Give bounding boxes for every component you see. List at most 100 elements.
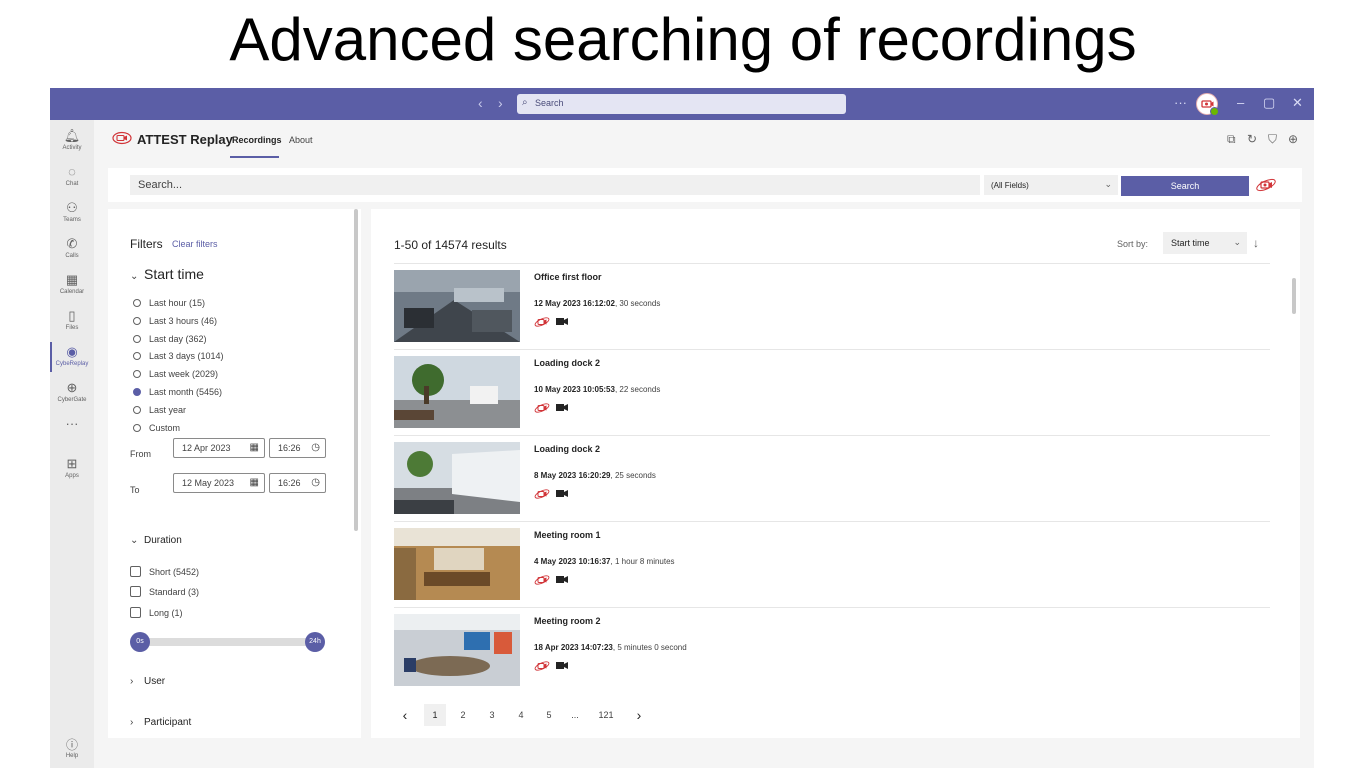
recording-duration: , 30 seconds — [614, 299, 661, 308]
radio-button[interactable] — [133, 334, 141, 343]
rail-item-calendar[interactable]: ▦ Calendar — [50, 268, 94, 302]
recording-title: Office first floor — [534, 272, 602, 282]
start-time-option[interactable]: Last month (5456) — [133, 386, 222, 398]
radio-button[interactable] — [133, 299, 141, 307]
rail-item-cybereplay[interactable]: ◉ CybeReplay — [50, 340, 94, 374]
recording-row[interactable]: Meeting room 1 4 May 2023 10:16:37, 1 hou… — [394, 521, 1270, 607]
start-time-option[interactable]: Last 3 hours (46) — [133, 315, 217, 327]
duration-option-standard[interactable]: Standard (3) — [130, 586, 199, 598]
radio-button[interactable] — [133, 316, 141, 325]
tab-about[interactable]: About — [289, 135, 313, 145]
recording-thumbnail[interactable] — [394, 270, 520, 342]
minimize-icon[interactable]: – — [1237, 96, 1244, 110]
recording-thumbnail[interactable] — [394, 614, 520, 686]
results-scrollbar[interactable] — [1292, 278, 1296, 314]
back-arrow-icon[interactable]: ‹ — [478, 95, 483, 111]
duration-slider-max-thumb[interactable]: 24h — [305, 632, 325, 652]
forward-arrow-icon[interactable]: › — [498, 95, 503, 111]
sort-direction-arrow-icon[interactable]: ↓ — [1253, 236, 1259, 250]
radio-button[interactable] — [133, 370, 141, 379]
from-label: From — [130, 449, 151, 459]
recording-row[interactable]: Loading dock 2 10 May 2023 10:05:53, 22 s… — [394, 349, 1270, 435]
camera-logo-icon — [1201, 100, 1214, 108]
field-select[interactable]: (All Fields) ⌄ — [984, 175, 1118, 195]
sort-select[interactable]: Start time ⌄ — [1163, 232, 1247, 254]
global-search-input[interactable]: ⌕ Search — [517, 94, 846, 114]
radio-button[interactable] — [133, 352, 141, 361]
start-time-option[interactable]: Last 3 days (1014) — [133, 350, 224, 362]
radio-button[interactable] — [133, 405, 141, 414]
rail-item-activity[interactable]: 🔔︎ Activity — [50, 124, 94, 158]
title-bar: ‹ › ⌕ Search ··· – ▢ ✕ — [50, 88, 1314, 120]
popout-icon[interactable]: ⧉ — [1227, 132, 1236, 147]
clear-filters-link[interactable]: Clear filters — [172, 239, 218, 249]
duration-option-long[interactable]: Long (1) — [130, 607, 183, 619]
page-1[interactable]: 1 — [424, 704, 446, 726]
close-icon[interactable]: ✕ — [1292, 96, 1303, 110]
avatar[interactable] — [1196, 93, 1219, 116]
app-header: ATTEST Replay Recordings About ⧉ ↻ ⛉ ⊕ — [94, 120, 1314, 158]
search-button[interactable]: Search — [1121, 176, 1249, 196]
rail-item-chat[interactable]: ◌ Chat — [50, 160, 94, 194]
chevron-down-icon: ⌄ — [130, 535, 139, 546]
globe-icon[interactable]: ⊕ — [1288, 132, 1298, 146]
radio-button[interactable] — [133, 423, 141, 432]
duration-header[interactable]: ⌄ Duration — [130, 535, 182, 546]
rail-item-files[interactable]: ▯ Files — [50, 304, 94, 338]
tab-recordings[interactable]: Recordings — [232, 135, 282, 145]
app-name: ATTEST Replay — [137, 132, 233, 147]
rail-item-teams[interactable]: ⚇ Teams — [50, 196, 94, 230]
recording-icons — [534, 313, 568, 331]
to-time-input[interactable]: 16:26 ◷ — [269, 473, 326, 493]
shield-icon[interactable]: ⛉ — [1268, 132, 1277, 147]
from-time-input[interactable]: 16:26 ◷ — [269, 438, 326, 458]
checkbox[interactable] — [130, 607, 141, 618]
start-time-option-label: Last day (362) — [149, 333, 207, 344]
recording-thumbnail[interactable] — [394, 442, 520, 514]
participant-header[interactable]: › Participant — [130, 717, 191, 728]
help-button[interactable]: ⓘ Help — [50, 736, 94, 759]
page-3[interactable]: 3 — [481, 704, 503, 726]
refresh-icon[interactable]: ↻ — [1247, 132, 1257, 146]
duration-slider-min-thumb[interactable]: 0s — [130, 632, 150, 652]
recording-thumbnail[interactable] — [394, 528, 520, 600]
recording-datetime: 4 May 2023 10:16:37 — [534, 557, 611, 566]
more-options-icon[interactable]: ··· — [1174, 96, 1187, 110]
maximize-icon[interactable]: ▢ — [1263, 96, 1275, 110]
recording-row[interactable]: Loading dock 2 8 May 2023 16:20:29, 25 se… — [394, 435, 1270, 521]
filters-scrollbar[interactable] — [354, 209, 358, 531]
next-page-icon[interactable]: › — [628, 704, 650, 726]
page-2[interactable]: 2 — [452, 704, 474, 726]
page-4[interactable]: 4 — [510, 704, 532, 726]
results-count: 1-50 of 14574 results — [394, 238, 507, 252]
recording-title: Meeting room 2 — [534, 616, 601, 626]
duration-option-short[interactable]: Short (5452) — [130, 566, 199, 578]
start-time-option[interactable]: Last week (2029) — [133, 368, 218, 380]
recording-thumbnail[interactable] — [394, 356, 520, 428]
start-time-option[interactable]: Custom — [133, 422, 180, 434]
checkbox[interactable] — [130, 586, 141, 597]
page-121[interactable]: 121 — [595, 704, 617, 726]
rail-item-calls[interactable]: ✆ Calls — [50, 232, 94, 266]
phone-icon: ✆ — [66, 236, 78, 251]
search-input[interactable] — [130, 175, 980, 195]
start-time-header[interactable]: ⌄ Start time — [130, 266, 204, 282]
duration-slider-track[interactable] — [138, 638, 318, 646]
start-time-option[interactable]: Last year — [133, 404, 186, 416]
recording-row[interactable]: Meeting room 2 18 Apr 2023 14:07:23, 5 mi… — [394, 607, 1270, 693]
page-5[interactable]: 5 — [538, 704, 560, 726]
rail-item-more[interactable]: ··· — [50, 412, 94, 446]
user-header[interactable]: › User — [130, 676, 165, 687]
rail-item-apps[interactable]: ⊞ Apps — [50, 452, 94, 486]
to-date-input[interactable]: 12 May 2023 ▦ — [173, 473, 265, 493]
chat-icon: ◌ — [68, 164, 76, 179]
checkbox[interactable] — [130, 566, 141, 577]
prev-page-icon[interactable]: ‹ — [394, 704, 416, 726]
radio-button[interactable] — [133, 388, 141, 396]
rail-item-cybergate[interactable]: ⊕ CyberGate — [50, 376, 94, 410]
calendar-icon: ▦ — [249, 442, 259, 453]
start-time-option[interactable]: Last hour (15) — [133, 297, 205, 309]
recording-row[interactable]: Office first floor 12 May 2023 16:12:02, … — [394, 263, 1270, 349]
start-time-option[interactable]: Last day (362) — [133, 333, 207, 345]
from-date-input[interactable]: 12 Apr 2023 ▦ — [173, 438, 265, 458]
